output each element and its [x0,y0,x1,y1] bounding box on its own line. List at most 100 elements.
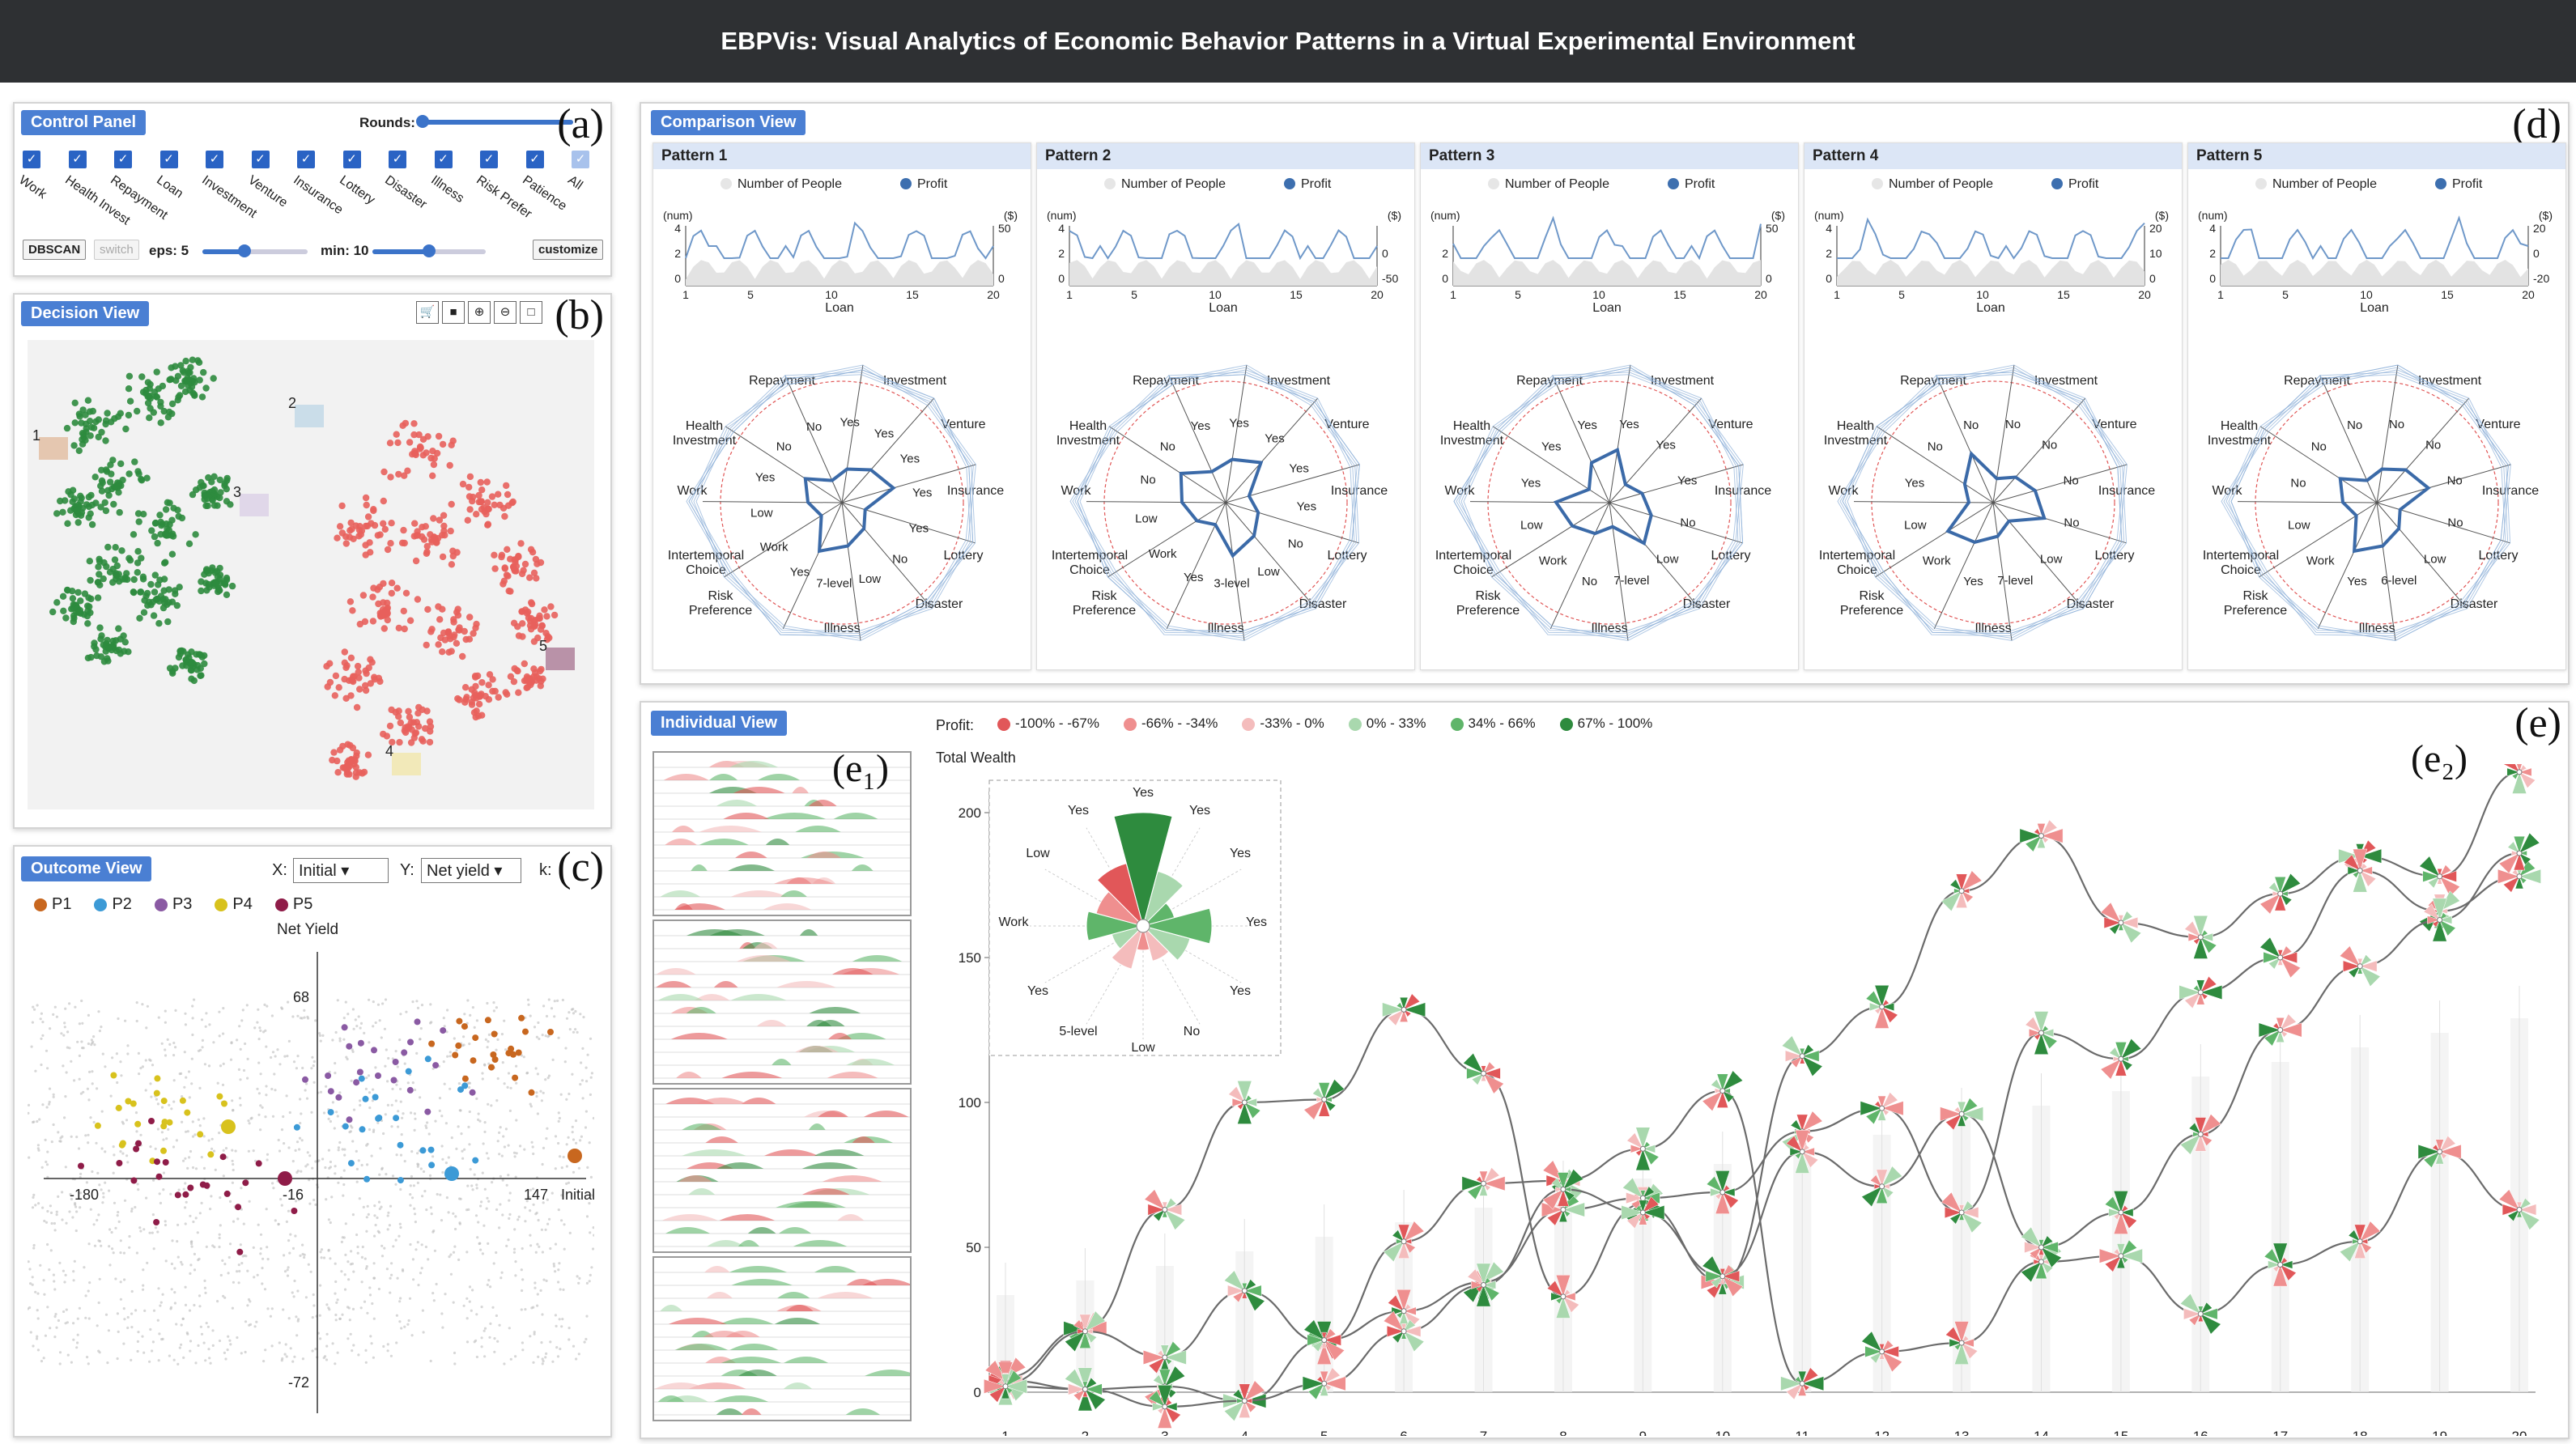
background-point [521,1289,524,1293]
projection-scatter[interactable]: 12345 [28,340,594,809]
background-point [491,1181,494,1184]
background-point [309,1270,312,1273]
pattern-card-4[interactable]: Pattern 4 Number of People Profit (num) ($) 4… [1804,142,2183,670]
legend-p4[interactable]: P4 [215,895,253,913]
y-axis-select[interactable]: Net yield ▾ [421,858,521,883]
select-box-icon[interactable]: □ [520,301,542,324]
heatmap-block-4[interactable] [653,1256,919,1421]
background-point [368,1091,372,1094]
cart-icon[interactable]: 🛒 [416,301,439,324]
wealth-series-line [1005,1089,2520,1385]
zoom-out-icon[interactable]: ⊖ [494,301,516,324]
background-point [114,1226,117,1230]
switch-button[interactable]: switch [94,240,139,260]
radar-axis [1853,501,1994,503]
profit-legend-item[interactable]: -33% - 0% [1242,716,1324,731]
pattern-card-5[interactable]: Pattern 5 Number of People Profit (num) ($) 4… [2187,142,2566,670]
projection-point [364,513,372,520]
checkbox-illness[interactable]: ✓ [434,151,453,168]
background-point [310,1111,313,1114]
legend-p3[interactable]: P3 [154,895,192,913]
checkbox-lottery[interactable]: ✓ [342,151,361,168]
background-point [87,1242,91,1246]
background-point [495,1314,499,1318]
checkbox-investment[interactable]: ✓ [206,151,223,168]
profit-legend-item[interactable]: -100% - -67% [997,716,1099,731]
background-point [329,1119,332,1123]
profit-wave [660,1305,682,1311]
background-point [102,1191,105,1195]
projection-point [396,738,403,746]
background-point [524,1206,527,1209]
legend-p5[interactable]: P5 [274,895,312,913]
min-slider[interactable] [372,244,486,257]
checkbox-loan[interactable]: ✓ [159,151,178,168]
projection-point [402,419,410,427]
pattern-point [452,1051,459,1059]
heatmap-block-3[interactable] [653,1088,912,1253]
background-point [231,1149,234,1152]
background-point [532,1361,535,1364]
checkbox-disaster[interactable]: ✓ [389,151,406,168]
checkbox-health-invest[interactable]: ✓ [68,151,87,168]
background-point [434,1119,437,1123]
pattern-point [363,1175,371,1183]
radar-inner-label: Work [760,540,789,554]
profit-legend-item[interactable]: 34% - 66% [1450,716,1536,731]
background-point [232,1220,236,1223]
projection-point [401,539,408,547]
projection-point [537,682,544,690]
background-point [325,1085,328,1088]
wealth-line-chart[interactable]: 2001501005001234567891011121314151617181… [933,764,2560,1436]
projection-point [436,616,444,623]
background-point [438,1097,442,1100]
radar-axis-label: Insurance [947,484,1004,498]
profit-legend-item[interactable]: 67% - 100% [1559,716,1652,731]
checkbox-patience[interactable]: ✓ [525,151,544,168]
left-tick: 2 [674,247,681,260]
background-point [399,1013,402,1016]
heatmap-block-2[interactable] [653,919,912,1085]
projection-point [60,607,67,614]
customize-button[interactable]: customize [533,240,604,260]
checkbox-insurance[interactable]: ✓ [297,151,315,168]
background-point [415,1051,419,1055]
glyph-center [1321,1096,1328,1102]
background-point [65,1221,68,1225]
background-point [413,1128,416,1132]
checkbox-risk-prefer[interactable]: ✓ [480,151,498,168]
projection-point [486,671,494,678]
background-point [270,1307,274,1310]
background-point [266,1153,270,1156]
profit-legend-item[interactable]: -66% - -34% [1123,716,1218,731]
x-tick-right: 147 [524,1187,548,1203]
legend-p1[interactable]: P1 [34,895,71,913]
people-area [2221,260,2528,286]
background-point [75,1346,79,1349]
zoom-in-icon[interactable]: ⊕ [468,301,491,324]
x-tick-label: 19 [2432,1429,2447,1436]
pattern-point [356,1068,363,1076]
projection-point [117,410,124,417]
background-point [493,1337,496,1340]
profit-legend-item[interactable]: 0% - 33% [1348,716,1426,731]
pattern-card-3[interactable]: Pattern 3 Number of People Profit (num) ($) 2… [1420,142,1799,670]
dbscan-button[interactable]: DBSCAN [23,240,87,260]
checkbox-work[interactable]: ✓ [23,151,40,168]
filled-cart-icon[interactable]: ■ [442,301,465,324]
checkbox-venture[interactable]: ✓ [251,151,270,168]
legend-p2[interactable]: P2 [94,895,132,913]
background-point [487,1040,490,1043]
background-point [263,1003,266,1006]
pattern-card-2[interactable]: Pattern 2 Number of People Profit (num) ($) 4… [1036,142,1415,670]
background-point [303,1016,306,1019]
outcome-scatter[interactable]: 68-72-180 -16 147 Initial [28,944,594,1421]
x-axis-select[interactable]: Initial ▾ [293,858,389,883]
checkbox-all[interactable]: ✓ [572,151,589,168]
eps-slider[interactable] [202,244,308,257]
checkbox-repayment[interactable]: ✓ [114,151,132,168]
inset-label: 5-level [1059,1025,1097,1038]
projection-point [363,501,370,509]
rounds-slider[interactable] [416,115,573,128]
pattern-card-1[interactable]: Pattern 1 Number of People Profit (num) ($) 4… [653,142,1031,670]
